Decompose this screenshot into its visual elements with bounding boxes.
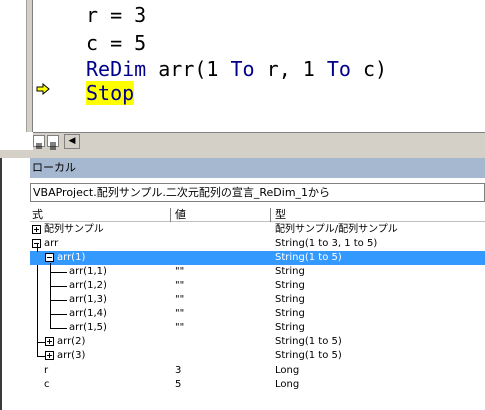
row-expression: arr xyxy=(44,238,59,249)
locals-row-selected[interactable]: arr(1) String(1 to 5) xyxy=(30,251,485,265)
code-pane[interactable]: r = 3 c = 5 ReDim arr(1 To r, 1 To c) St… xyxy=(0,0,485,150)
tree-line xyxy=(50,300,67,301)
locals-window-title: ローカル xyxy=(30,158,485,178)
locals-row[interactable]: arr String(1 to 3, 1 to 5) xyxy=(30,237,485,251)
row-value: 3 xyxy=(175,365,182,376)
column-divider[interactable] xyxy=(270,208,271,222)
row-type: String(1 to 5) xyxy=(275,336,342,347)
tree-line xyxy=(50,272,67,273)
row-value: "" xyxy=(175,322,185,333)
expand-icon[interactable] xyxy=(45,351,54,360)
row-expression: arr(1,5) xyxy=(69,322,107,333)
locals-context[interactable]: VBAProject.配列サンプル.二次元配列の宣言_ReDim_1から xyxy=(30,183,485,202)
locals-row[interactable]: arr(1,2) "" String xyxy=(30,279,485,293)
row-type: String xyxy=(275,308,305,319)
keyword-to: To xyxy=(326,57,351,81)
row-expression: arr(3) xyxy=(57,350,86,361)
pane-splitter[interactable] xyxy=(0,150,485,158)
code-line-1[interactable]: r = 3 xyxy=(86,3,146,27)
row-expression: arr(1,2) xyxy=(69,280,107,291)
row-value: 5 xyxy=(175,379,182,390)
tree-line xyxy=(50,328,67,329)
expand-icon[interactable] xyxy=(32,225,41,234)
row-expression: arr(1,1) xyxy=(69,266,107,277)
procedure-view-icon[interactable] xyxy=(33,135,45,149)
row-type: String xyxy=(275,294,305,305)
column-divider[interactable] xyxy=(170,208,171,222)
collapse-icon[interactable] xyxy=(45,253,54,262)
row-type: String xyxy=(275,280,305,291)
tree-line xyxy=(37,342,45,343)
locals-row[interactable]: arr(2) String(1 to 5) xyxy=(30,335,485,349)
locals-row[interactable]: arr(1,4) "" String xyxy=(30,307,485,321)
tree-line xyxy=(37,356,45,357)
locals-row[interactable]: c 5 Long xyxy=(30,378,485,392)
row-expression: arr(2) xyxy=(57,336,86,347)
locals-column-header: 式 値 型 xyxy=(30,208,485,222)
row-value: "" xyxy=(175,280,185,291)
row-value: "" xyxy=(175,294,185,305)
code-line-4[interactable]: Stop xyxy=(86,81,135,105)
locals-row[interactable]: arr(1,1) "" String xyxy=(30,265,485,279)
expand-icon[interactable] xyxy=(45,337,54,346)
code-text: c) xyxy=(350,57,388,81)
row-type: String xyxy=(275,266,305,277)
row-expression: c xyxy=(44,379,50,390)
row-expression: 配列サンプル xyxy=(44,224,104,235)
code-line-2[interactable]: c = 5 xyxy=(86,31,146,55)
locals-row[interactable]: arr(1,5) "" String xyxy=(30,321,485,335)
keyword-to: To xyxy=(230,57,255,81)
row-value: "" xyxy=(175,308,185,319)
column-header-expression[interactable]: 式 xyxy=(32,208,43,222)
row-type: Long xyxy=(275,379,300,390)
execution-arrow-icon xyxy=(36,83,50,95)
tree-line xyxy=(37,244,38,252)
row-type: String(1 to 5) xyxy=(275,350,342,361)
full-module-view-icon[interactable] xyxy=(47,135,59,150)
scroll-left-icon[interactable]: ◀ xyxy=(64,134,80,149)
row-type: Long xyxy=(275,365,300,376)
locals-row[interactable]: r 3 Long xyxy=(30,364,485,378)
row-expression: r xyxy=(44,365,49,376)
locals-row[interactable]: arr(1,3) "" String xyxy=(30,293,485,307)
locals-row[interactable]: 配列サンプル 配列サンプル/配列サンプル xyxy=(30,223,485,237)
stop-statement: Stop xyxy=(86,81,135,105)
margin-indicator-bar[interactable] xyxy=(26,0,33,132)
row-type: String(1 to 3, 1 to 5) xyxy=(275,238,378,249)
row-expression: arr(1) xyxy=(57,252,86,263)
tree-line xyxy=(50,314,67,315)
column-header-value[interactable]: 値 xyxy=(175,208,186,222)
column-header-type[interactable]: 型 xyxy=(275,208,286,222)
tree-line xyxy=(50,286,67,287)
code-text: arr(1 xyxy=(146,57,231,81)
locals-row[interactable]: arr(3) String(1 to 5) xyxy=(30,349,485,363)
code-view-bar: ◀ xyxy=(33,132,485,150)
row-expression: arr(1,3) xyxy=(69,294,107,305)
code-text: r, 1 xyxy=(254,57,327,81)
row-type: String xyxy=(275,322,305,333)
row-type: 配列サンプル/配列サンプル xyxy=(275,224,398,235)
row-type: String(1 to 5) xyxy=(275,252,342,263)
row-value: "" xyxy=(175,266,185,277)
code-line-3[interactable]: ReDim arr(1 To r, 1 To c) xyxy=(86,57,387,81)
row-expression: arr(1,4) xyxy=(69,308,107,319)
keyword-redim: ReDim xyxy=(86,57,147,81)
